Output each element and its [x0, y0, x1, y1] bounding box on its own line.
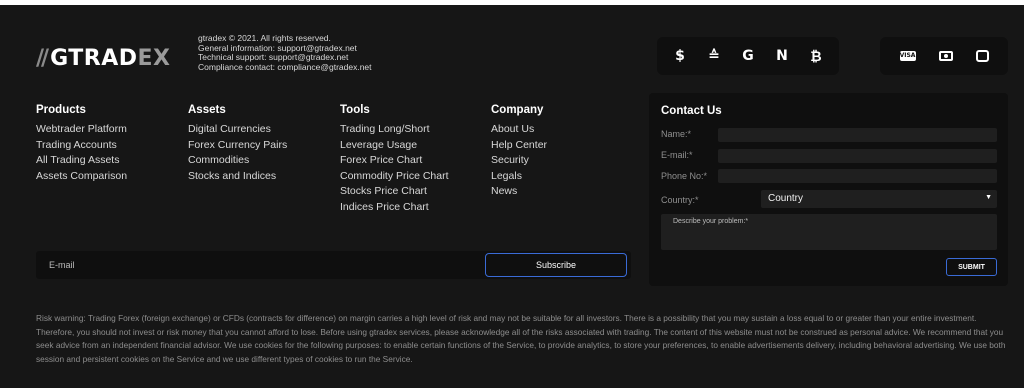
gtradex-logo[interactable]: //GTRADEX: [36, 46, 170, 71]
link-about-us[interactable]: About Us: [491, 122, 547, 138]
company-heading: Company: [491, 104, 544, 116]
link-leverage-usage[interactable]: Leverage Usage: [340, 138, 449, 154]
email-field[interactable]: [718, 149, 997, 163]
link-stocks-price-chart[interactable]: Stocks Price Chart: [340, 184, 449, 200]
country-select-value: Country: [768, 193, 804, 204]
chart-trend-icon: N: [776, 48, 788, 64]
link-commodity-price-chart[interactable]: Commodity Price Chart: [340, 169, 449, 185]
phone-label: Phone No:*: [661, 171, 708, 181]
country-select[interactable]: Country ▼: [761, 190, 997, 208]
newsletter-subscribe-bar: Subscribe: [36, 251, 631, 279]
link-security[interactable]: Security: [491, 153, 547, 169]
country-label: Country:*: [661, 195, 699, 205]
name-field[interactable]: [718, 128, 997, 142]
products-heading: Products: [36, 104, 86, 116]
link-news[interactable]: News: [491, 184, 547, 200]
g-coin-icon: G: [742, 48, 754, 64]
crypto-icons-panel: $ ≙ G N ₿: [657, 37, 839, 75]
newsletter-email-input[interactable]: [36, 251, 476, 279]
link-webtrader-platform[interactable]: Webtrader Platform: [36, 122, 127, 138]
top-bar: [0, 0, 1024, 5]
cash-icon: [938, 51, 953, 61]
logo-text-main: GTRAD: [50, 46, 138, 71]
coins-icon: $: [675, 48, 685, 64]
phone-field[interactable]: [718, 169, 997, 183]
chevron-down-icon: ▼: [985, 194, 992, 201]
contact-heading: Contact Us: [661, 105, 722, 117]
link-indices-price-chart[interactable]: Indices Price Chart: [340, 200, 449, 216]
visa-icon: VISA: [899, 51, 916, 61]
link-stocks-and-indices[interactable]: Stocks and Indices: [188, 169, 287, 185]
problem-textarea[interactable]: Describe your problem:*: [661, 214, 997, 250]
problem-placeholder: Describe your problem:*: [673, 218, 749, 225]
submit-button[interactable]: SUBMIT: [946, 258, 997, 276]
bitcoin-icon: ₿: [810, 48, 822, 65]
link-trading-accounts[interactable]: Trading Accounts: [36, 138, 127, 154]
payment-icons-panel: VISA: [880, 37, 1008, 75]
ethereum-classic-icon: ≙: [708, 48, 720, 64]
contact-form: Contact Us Name:* E-mail:* Phone No:* Co…: [649, 93, 1008, 286]
link-legals[interactable]: Legals: [491, 169, 547, 185]
risk-warning-text: Risk warning: Trading Forex (foreign exc…: [36, 313, 1006, 364]
products-column: Products Webtrader Platform Trading Acco…: [36, 104, 127, 184]
link-forex-currency-pairs[interactable]: Forex Currency Pairs: [188, 138, 287, 154]
company-column: Company About Us Help Center Security Le…: [491, 104, 547, 200]
name-label: Name:*: [661, 129, 692, 139]
link-all-trading-assets[interactable]: All Trading Assets: [36, 153, 127, 169]
link-forex-price-chart[interactable]: Forex Price Chart: [340, 153, 449, 169]
link-assets-comparison[interactable]: Assets Comparison: [36, 169, 127, 185]
link-commodities[interactable]: Commodities: [188, 153, 287, 169]
logo-text-accent: EX: [137, 46, 171, 71]
link-help-center[interactable]: Help Center: [491, 138, 547, 154]
tools-column: Tools Trading Long/Short Leverage Usage …: [340, 104, 449, 216]
link-digital-currencies[interactable]: Digital Currencies: [188, 122, 287, 138]
wallet-icon: [975, 50, 989, 62]
company-info: gtradex © 2021. All rights reserved. Gen…: [198, 33, 372, 72]
subscribe-button[interactable]: Subscribe: [485, 253, 627, 277]
logo-slash: //: [36, 46, 49, 71]
assets-heading: Assets: [188, 104, 226, 116]
compliance-contact-text: Compliance contact: compliance@gtradex.n…: [198, 61, 372, 72]
email-label: E-mail:*: [661, 150, 693, 160]
tools-heading: Tools: [340, 104, 370, 116]
link-trading-long-short[interactable]: Trading Long/Short: [340, 122, 449, 138]
assets-column: Assets Digital Currencies Forex Currency…: [188, 104, 287, 184]
